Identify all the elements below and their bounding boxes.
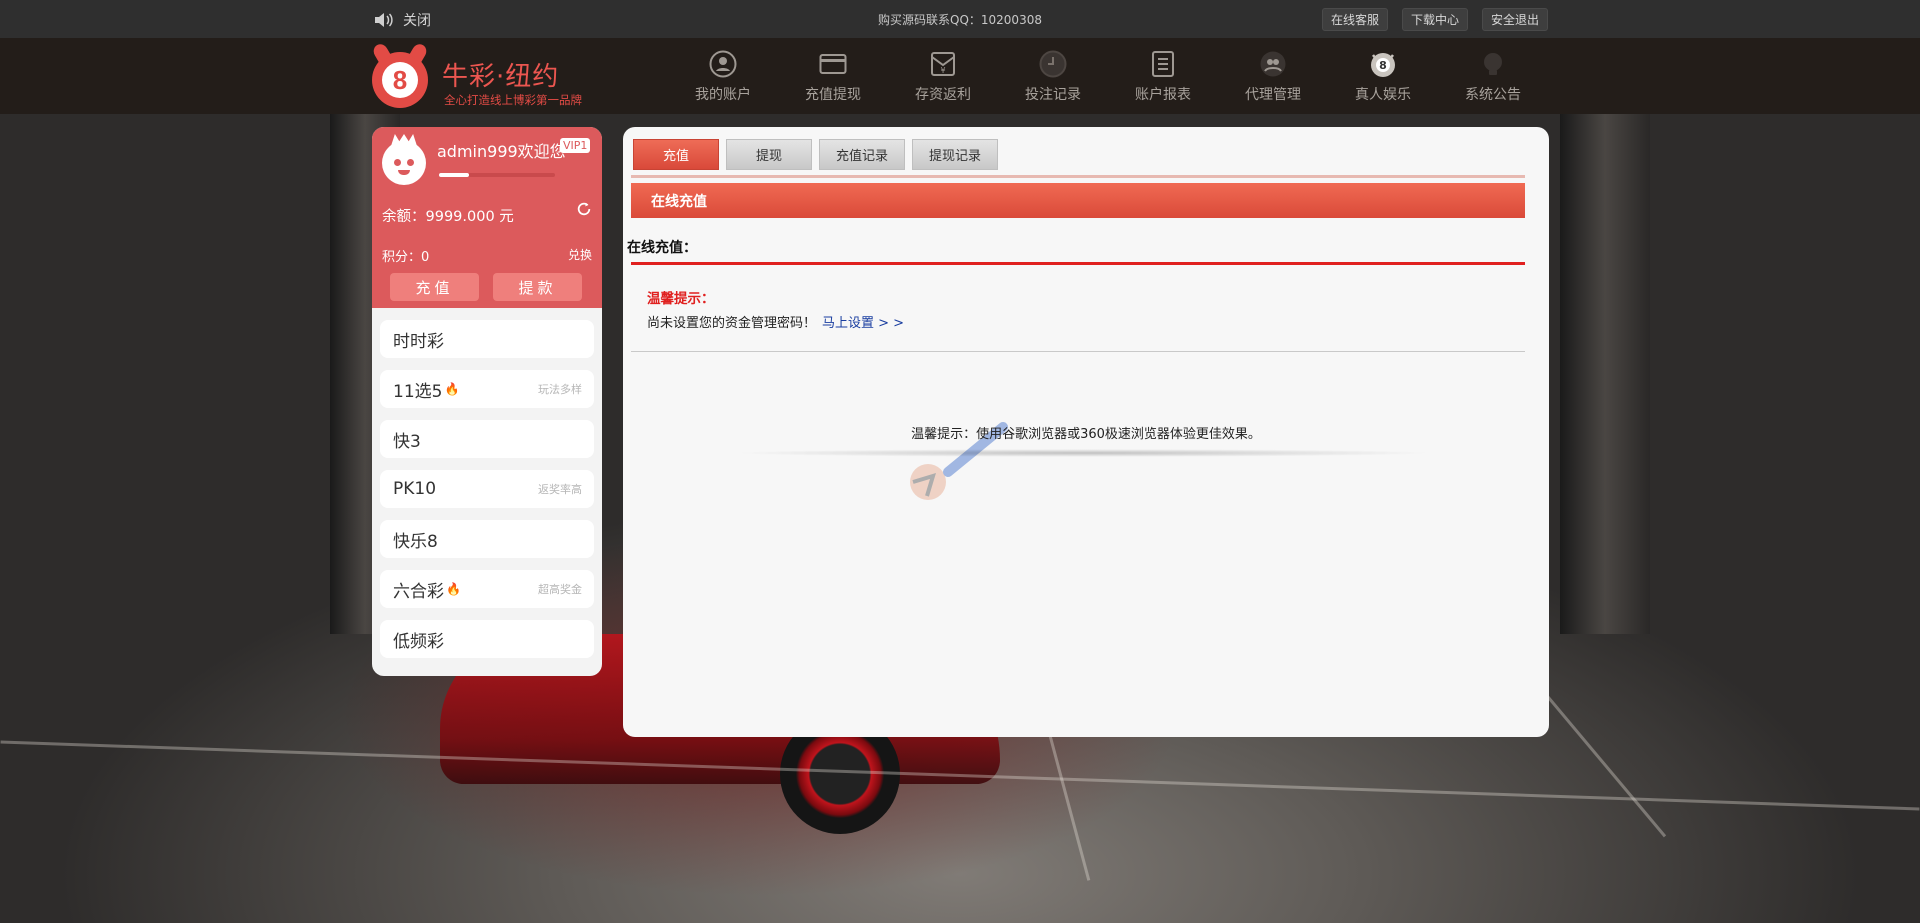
welcome-text: admin999欢迎您	[437, 142, 566, 161]
user-panel: admin999欢迎您 VIP1 余额：9999.000 元 积分：0 兑换 充…	[372, 127, 602, 676]
hot-fire-icon: 🔥	[446, 582, 461, 596]
divider	[631, 175, 1525, 178]
logo[interactable]: 8 牛彩·纽约 全心打造线上博彩第一品牌	[370, 44, 600, 108]
vip-progress-fill	[439, 173, 470, 177]
nav-label: 代理管理	[1245, 87, 1301, 103]
logo-name: 牛彩·纽约	[442, 62, 560, 92]
game-item-11x5[interactable]: 11选5 🔥 玩法多样	[380, 370, 594, 408]
browser-tip: 温馨提示：使用谷歌浏览器或360极速浏览器体验更佳效果。	[911, 427, 1261, 442]
nav-my-account[interactable]: 我的账户	[668, 38, 778, 114]
game-name: 时时彩	[393, 331, 444, 352]
withdraw-button[interactable]: 提款	[493, 273, 582, 301]
nav-rebate[interactable]: ¥ 存资返利	[888, 38, 998, 114]
tab-bar: 充值 提现 充值记录 提现记录	[633, 139, 998, 170]
game-name: 低频彩	[393, 631, 444, 652]
field-label: 在线充值：	[627, 240, 697, 256]
nav-account-report[interactable]: 账户报表	[1108, 38, 1218, 114]
bulb-icon	[1484, 53, 1502, 75]
exchange-link[interactable]: 兑换	[568, 246, 592, 263]
points-text: 积分：0	[382, 250, 430, 265]
card-icon	[819, 54, 847, 74]
game-item-ssc[interactable]: 时时彩	[380, 320, 594, 358]
game-name: 快3	[393, 431, 421, 452]
tip-title: 温馨提示：	[647, 291, 715, 307]
avatar-eye	[407, 159, 414, 166]
game-item-k3[interactable]: 快3	[380, 420, 594, 458]
agent-icon	[1260, 51, 1286, 77]
game-item-dpc[interactable]: 低频彩	[380, 620, 594, 658]
logout-link[interactable]: 安全退出	[1481, 8, 1548, 31]
game-tag: 返奖率高	[538, 483, 582, 496]
nav-agent-management[interactable]: 代理管理	[1218, 38, 1328, 114]
set-password-link[interactable]: 马上设置 > >	[822, 316, 904, 331]
svg-text:¥: ¥	[940, 66, 945, 75]
header: 8 牛彩·纽约 全心打造线上博彩第一品牌 我的账户 充值提现 ¥ 存资返利 投注…	[0, 38, 1920, 114]
report-icon	[1152, 51, 1174, 77]
game-name: 11选5	[393, 381, 443, 402]
tab-withdraw[interactable]: 提现	[726, 139, 812, 170]
section-title: 在线充值	[651, 193, 707, 210]
nav-label: 充值提现	[805, 87, 861, 103]
deposit-button[interactable]: 充值	[390, 273, 479, 301]
game-item-lhc[interactable]: 六合彩 🔥 超高奖金	[380, 570, 594, 608]
avatar	[382, 141, 426, 185]
divider	[631, 262, 1525, 265]
download-center-link[interactable]: 下载中心	[1401, 8, 1468, 31]
nav-label: 投注记录	[1025, 87, 1081, 103]
nav-deposit-withdraw[interactable]: 充值提现	[778, 38, 888, 114]
section-header: 在线充值	[631, 183, 1525, 218]
yen-envelope-icon: ¥	[931, 52, 955, 76]
game-tag: 超高奖金	[538, 583, 582, 596]
nav-live-casino[interactable]: 8 真人娱乐	[1328, 38, 1438, 114]
top-links: 在线客服 下载中心 安全退出	[1321, 8, 1548, 31]
main-nav: 我的账户 充值提现 ¥ 存资返利 投注记录 账户报表 代理管理 8 真人娱乐 系…	[668, 38, 1548, 114]
user-icon	[709, 50, 737, 78]
logo-slogan: 全心打造线上博彩第一品牌	[444, 93, 582, 107]
account-actions: 充值 提款	[390, 273, 582, 301]
user-info: admin999欢迎您 VIP1 余额：9999.000 元 积分：0 兑换 充…	[372, 127, 602, 308]
tab-deposit[interactable]: 充值	[633, 139, 719, 170]
background-pillar	[1560, 114, 1650, 634]
clock-icon	[1039, 50, 1067, 78]
tip-message: 尚未设置您的资金管理密码！	[647, 316, 817, 331]
tab-withdraw-records[interactable]: 提现记录	[912, 139, 998, 170]
divider	[631, 351, 1525, 352]
decorative-shadow	[733, 449, 1433, 457]
nav-label: 真人娱乐	[1355, 87, 1411, 103]
game-name: 六合彩	[393, 581, 444, 602]
game-name: PK10	[393, 479, 437, 499]
vip-badge: VIP1	[560, 138, 591, 153]
tip-text: 尚未设置您的资金管理密码！ 马上设置 > >	[647, 312, 904, 331]
balance-text: 余额：9999.000 元	[382, 209, 514, 225]
game-tag: 玩法多样	[538, 383, 582, 396]
logo-ball-icon: 8	[372, 52, 428, 108]
vip-progress-bar	[439, 173, 555, 177]
game-name: 快乐8	[393, 531, 438, 552]
online-service-link[interactable]: 在线客服	[1321, 8, 1388, 31]
refresh-icon[interactable]	[576, 201, 594, 219]
nav-label: 我的账户	[695, 87, 751, 103]
nav-bet-records[interactable]: 投注记录	[998, 38, 1108, 114]
hot-fire-icon: 🔥	[444, 382, 460, 396]
top-bar: 关闭 购买源码联系QQ：10200308 在线客服 下载中心 安全退出	[0, 0, 1920, 38]
nav-label: 账户报表	[1135, 87, 1191, 103]
game-item-kl8[interactable]: 快乐8	[380, 520, 594, 558]
nav-label: 系统公告	[1465, 87, 1521, 103]
avatar-eye	[394, 159, 401, 166]
content-panel: 充值 提现 充值记录 提现记录 在线充值 在线充值： 温馨提示： 尚未设置您的资…	[623, 127, 1549, 737]
game-item-pk10[interactable]: PK10 返奖率高	[380, 470, 594, 508]
nav-label: 存资返利	[915, 87, 971, 103]
nav-system-notice[interactable]: 系统公告	[1438, 38, 1548, 114]
avatar-mouth	[398, 170, 410, 175]
eight-ball-icon: 8	[1371, 53, 1395, 77]
game-list: 时时彩 11选5 🔥 玩法多样 快3 PK10 返奖率高 快乐8 六合彩 🔥 超高奖…	[372, 308, 602, 658]
svg-text:8: 8	[1379, 59, 1387, 72]
contact-text: 购买源码联系QQ：10200308	[878, 13, 1042, 27]
logo-ball-digit: 8	[382, 62, 418, 98]
tab-deposit-records[interactable]: 充值记录	[819, 139, 905, 170]
